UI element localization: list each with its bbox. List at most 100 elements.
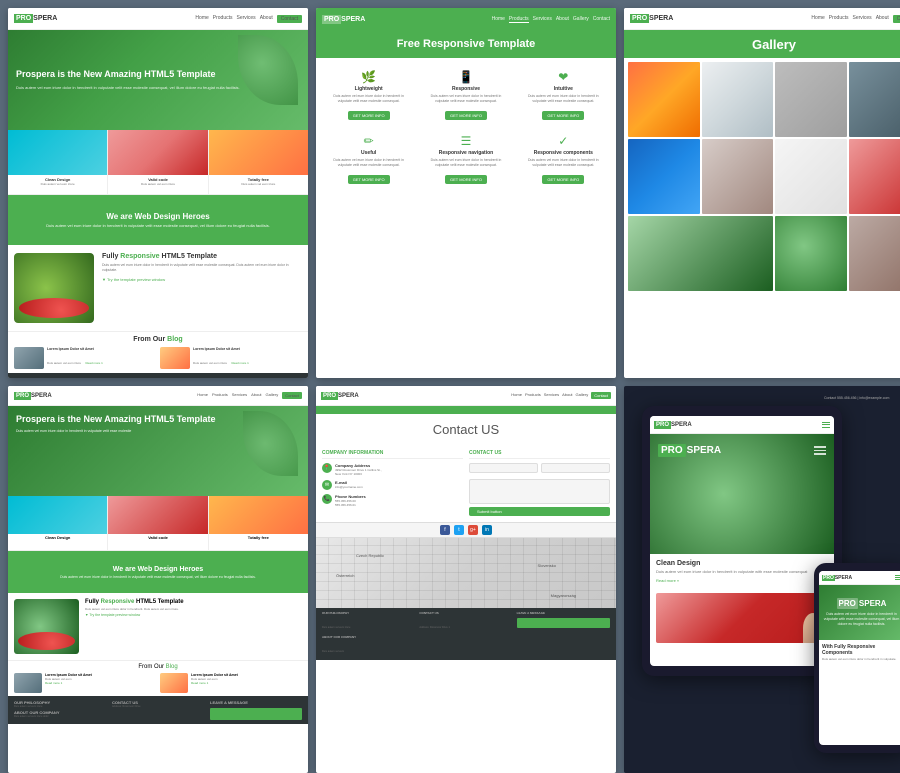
responsive-link[interactable]: ▼ Try the template preview window xyxy=(102,277,302,282)
nav-services[interactable]: Services xyxy=(237,15,256,23)
p4-nav-services[interactable]: Services xyxy=(232,392,247,399)
p4-nav-about[interactable]: About xyxy=(251,392,261,399)
p4-blog: From Our Blog Lorem Ipsum Dolor sit Amet… xyxy=(8,660,308,696)
t-hamburger-icon[interactable] xyxy=(822,422,830,428)
email-text: E-mail info@yourname.com xyxy=(335,480,363,489)
p2-nav-services[interactable]: Services xyxy=(533,16,552,23)
p4-nav-home[interactable]: Home xyxy=(197,392,208,399)
p5-bf-contact-text: Address: Rossmoor Drive 1 xyxy=(419,626,450,629)
p5-form-row-1 xyxy=(469,463,610,476)
tablet-text: Duis autem vel eum iriure dolor in hendr… xyxy=(656,569,828,575)
feature-intuitive-btn[interactable]: GET MORE INFO xyxy=(542,111,584,120)
p2-nav-products[interactable]: Products xyxy=(509,16,529,23)
gallery-item-9[interactable] xyxy=(628,216,773,291)
p5-email-item: ✉ E-mail info@yourname.com xyxy=(322,480,463,490)
p4-thumb-label-2: Valid code xyxy=(108,534,207,540)
p4-blog-thumb-2 xyxy=(160,673,188,693)
p4-blog-link-2[interactable]: Read more 1 xyxy=(191,681,238,685)
p4-blog-link-1[interactable]: Read more 1 xyxy=(45,681,92,685)
p4-footer-message: LEAVE A MESSAGE xyxy=(210,700,302,705)
blog-more-2[interactable]: Read more 1 xyxy=(231,361,248,365)
blog-desc-1: Duis autem vel eum iriure xyxy=(47,361,81,365)
gallery-item-8[interactable] xyxy=(849,139,900,214)
p2-nav-about[interactable]: About xyxy=(556,16,569,23)
gallery-item-11[interactable] xyxy=(849,216,900,291)
p2-nav-gallery[interactable]: Gallery xyxy=(573,16,589,23)
nav-products[interactable]: Products xyxy=(213,15,233,23)
p4-footer-btn[interactable] xyxy=(210,708,302,720)
t-logo-pro: PRO xyxy=(654,421,671,429)
feature-useful-btn[interactable]: GET MORE INFO xyxy=(348,175,390,184)
gallery-item-1[interactable] xyxy=(628,62,700,137)
p4-resp-link[interactable]: ▼ Try the template preview window xyxy=(85,613,302,617)
nav-home[interactable]: Home xyxy=(195,15,208,23)
p4-nav-products[interactable]: Products xyxy=(212,392,228,399)
blog-more-1[interactable]: Read more 1 xyxy=(85,361,102,365)
p3-nav-about[interactable]: About xyxy=(876,15,889,23)
p2-nav-contact[interactable]: Contact xyxy=(593,16,610,23)
gallery-item-4[interactable] xyxy=(849,62,900,137)
t-logo-spera: SPERA xyxy=(671,422,692,428)
form-submit-btn[interactable]: Submit button xyxy=(469,507,610,516)
nav-contact-btn[interactable]: Contact xyxy=(277,15,302,23)
form-name-field[interactable] xyxy=(469,463,538,473)
twitter-icon[interactable]: t xyxy=(454,525,464,535)
hero-leaf-decoration xyxy=(238,35,298,105)
p5-nav-products[interactable]: Products xyxy=(525,392,541,399)
p5-nav-contact-btn[interactable]: Contact xyxy=(591,392,611,399)
gallery-item-7[interactable] xyxy=(775,139,847,214)
phone-hamburger-icon[interactable] xyxy=(895,575,900,579)
linkedin-icon[interactable]: in xyxy=(482,525,492,535)
nav-about[interactable]: About xyxy=(260,15,273,23)
p3-logo-pro: PRO xyxy=(630,14,649,23)
p3-nav-home[interactable]: Home xyxy=(811,15,824,23)
p5-nav-gallery[interactable]: Gallery xyxy=(576,392,589,399)
p5-bf-message: LEAVE A MESSAGE xyxy=(517,611,610,657)
hero-description: Duis autem vel eum iriure dolor in hendr… xyxy=(16,85,240,91)
feature-lightweight-btn[interactable]: GET MORE INFO xyxy=(348,111,390,120)
feature-resp-nav-btn[interactable]: GET MORE INFO xyxy=(445,175,487,184)
p4-nav-links: Home Products Services About Gallery Con… xyxy=(197,392,302,399)
googleplus-icon[interactable]: g+ xyxy=(468,525,478,535)
p5-bf-submit-btn[interactable] xyxy=(517,618,610,628)
phone-hero: PRO SPERA Duis autem vel eum iriure dolo… xyxy=(819,585,900,640)
p3-nav-services[interactable]: Services xyxy=(853,15,872,23)
p4-nav-contact-btn[interactable]: Contact xyxy=(282,392,302,399)
facebook-icon[interactable]: f xyxy=(440,525,450,535)
feature-resp-comp-btn[interactable]: GET MORE INFO xyxy=(542,175,584,184)
gallery-item-5[interactable] xyxy=(628,139,700,214)
p3-nav-links: Home Products Services About Contact xyxy=(811,15,900,23)
p3-nav-contact-btn[interactable]: Contact xyxy=(893,15,900,23)
phone-text: Phone Numbers 555.456.456.00555.456.456.… xyxy=(335,494,366,507)
form-email-field[interactable] xyxy=(541,463,610,473)
blog-heading: From Our Blog xyxy=(14,336,302,343)
email-value: info@yourname.com xyxy=(335,485,363,489)
panel6-info-text: Contact 555.456.456 | info@example.com xyxy=(824,396,900,400)
footer-contact-label: CONTACT US xyxy=(113,377,204,378)
thumb-desc-1: Duis autem vel eum iriure xyxy=(8,182,107,186)
gallery-item-6[interactable] xyxy=(702,139,774,214)
p2-nav-links: Home Products Services About Gallery Con… xyxy=(492,16,610,23)
feature-responsive-btn[interactable]: GET MORE INFO xyxy=(445,111,487,120)
p4-nav-gallery[interactable]: Gallery xyxy=(266,392,279,399)
p4-green-text: Duis autem vel eum iriure dolor in hendr… xyxy=(60,575,256,579)
p2-nav-home[interactable]: Home xyxy=(492,16,505,23)
tablet-content: Clean Design Duis autem vel eum iriure d… xyxy=(650,554,834,589)
p5-map: Czech Republic Österreich Slovensko Magy… xyxy=(316,538,616,608)
form-message-field[interactable] xyxy=(469,479,610,504)
gallery-item-3[interactable] xyxy=(775,62,847,137)
footer-philosophy-label: OUR PHILOSOPHY xyxy=(14,377,105,378)
p5-bf-about-label: ABOUT OUR COMPANY xyxy=(322,635,415,639)
tablet-read-more[interactable]: Read more » xyxy=(656,578,828,583)
tablet-hero-hamburger[interactable] xyxy=(814,446,826,455)
p5-nav-about[interactable]: About xyxy=(562,392,572,399)
footer-col-philosophy: OUR PHILOSOPHY Duis autem vel eum iriure… xyxy=(14,377,105,378)
email-icon: ✉ xyxy=(322,480,332,490)
p3-nav-products[interactable]: Products xyxy=(829,15,849,23)
p5-nav-home[interactable]: Home xyxy=(511,392,522,399)
thumb-valid-code: Valid code Duis autem vel eum iriure xyxy=(108,130,208,194)
intuitive-icon: ❤ xyxy=(521,70,606,84)
gallery-item-2[interactable] xyxy=(702,62,774,137)
p5-nav-services[interactable]: Services xyxy=(544,392,559,399)
gallery-item-10[interactable] xyxy=(775,216,847,291)
